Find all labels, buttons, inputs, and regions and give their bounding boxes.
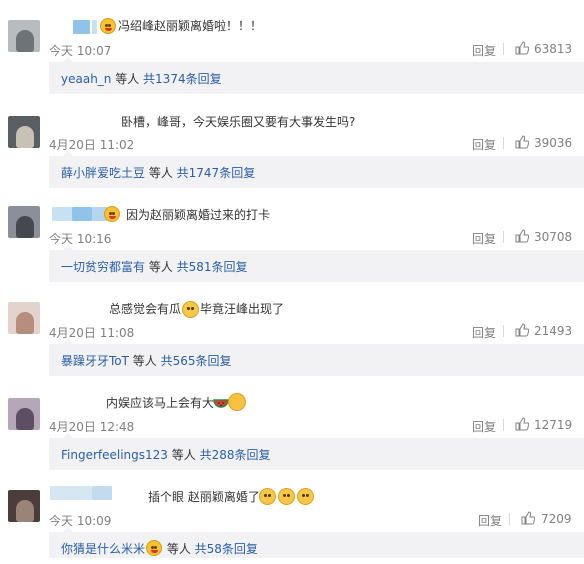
reply-user-link[interactable]: 一切贫穷都富有 bbox=[61, 260, 145, 274]
reply-summary[interactable]: yeaah_n 等人 共1374条回复 bbox=[49, 57, 584, 94]
divider bbox=[503, 43, 504, 55]
doge-cat-emoji-icon bbox=[259, 488, 276, 505]
view-replies-link[interactable]: 共581条回复 bbox=[177, 260, 248, 274]
username-blurred[interactable] bbox=[50, 486, 92, 500]
reply-connector: 等人 bbox=[111, 72, 144, 86]
reply-connector: 等人 bbox=[167, 448, 200, 462]
heart-eyes-emoji-icon bbox=[104, 206, 120, 222]
comment-item: 总感觉会有瓜 毕竟汪峰出现了 4月20日 11:08 回复 21493 暴躁牙牙… bbox=[0, 282, 584, 376]
comment-text: 插个眼 赵丽颖离婚了 bbox=[148, 490, 260, 504]
comment-item: 因为赵丽颖离婚过来的打卡 今天 10:16 回复 30708 一切贫穷都富有 等… bbox=[0, 188, 584, 282]
heart-eyes-emoji-icon bbox=[146, 540, 163, 556]
thumbs-up-icon[interactable] bbox=[515, 417, 529, 431]
divider bbox=[503, 325, 504, 337]
comment-time: 今天 10:07 bbox=[49, 44, 112, 58]
avatar[interactable] bbox=[8, 490, 40, 522]
comment-time: 今天 10:09 bbox=[49, 514, 112, 528]
thumbs-up-icon[interactable] bbox=[515, 229, 529, 243]
reply-connector: 等人 bbox=[145, 260, 177, 274]
reply-summary[interactable]: 暴躁牙牙ToT 等人 共565条回复 bbox=[49, 339, 584, 376]
view-replies-link[interactable]: 共565条回复 bbox=[161, 354, 232, 368]
reply-summary[interactable]: 一切贫穷都富有 等人 共581条回复 bbox=[49, 245, 584, 282]
like-count: 63813 bbox=[534, 42, 573, 56]
comment-time: 4月20日 12:48 bbox=[49, 420, 135, 434]
view-replies-link[interactable]: 共288条回复 bbox=[200, 448, 271, 462]
doge-cat-emoji-icon bbox=[278, 488, 295, 505]
avatar[interactable] bbox=[8, 302, 40, 334]
ok-hand-icon bbox=[228, 393, 246, 411]
like-count: 12719 bbox=[534, 418, 573, 432]
avatar[interactable] bbox=[8, 20, 40, 52]
comment-item: 插个眼 赵丽颖离婚了 今天 10:09 回复 7209 你猜是什么米米 等人 共… bbox=[0, 470, 584, 564]
comment-text: 卧槽，峰哥，今天娱乐圈又要有大事发生吗? bbox=[121, 115, 356, 129]
like-count: 21493 bbox=[534, 324, 573, 338]
like-count: 30708 bbox=[534, 230, 573, 244]
reply-summary[interactable]: Fingerfeelings123 等人 共288条回复 bbox=[49, 433, 584, 470]
reply-user-link[interactable]: Fingerfeelings123 bbox=[61, 448, 168, 462]
comment-item: 冯绍峰赵丽颖离婚啦！！！ 今天 10:07 回复 63813 yeaah_n 等… bbox=[0, 0, 584, 94]
reply-button[interactable]: 回复 bbox=[472, 42, 496, 59]
reply-user-link[interactable]: 暴躁牙牙ToT bbox=[61, 354, 129, 368]
reply-summary[interactable]: 薛小胖爱吃土豆 等人 共1747条回复 bbox=[49, 151, 584, 188]
reply-user-link[interactable]: 你猜是什么米米 bbox=[61, 542, 145, 556]
like-count: 39036 bbox=[534, 136, 573, 150]
comment-time: 4月20日 11:02 bbox=[49, 138, 135, 152]
heart-eyes-emoji-icon bbox=[100, 18, 116, 34]
avatar[interactable] bbox=[8, 116, 40, 148]
divider bbox=[509, 513, 510, 525]
reply-button[interactable]: 回复 bbox=[472, 230, 496, 247]
reply-button[interactable]: 回复 bbox=[472, 418, 496, 435]
username-blurred[interactable] bbox=[72, 207, 92, 221]
like-count: 7209 bbox=[541, 512, 572, 526]
thumbs-up-icon[interactable] bbox=[515, 135, 529, 149]
reply-button[interactable]: 回复 bbox=[478, 512, 502, 529]
comment-text: 冯绍峰赵丽颖离婚啦！！！ bbox=[118, 19, 263, 33]
avatar[interactable] bbox=[8, 398, 40, 430]
reply-connector: 等人 bbox=[145, 166, 177, 180]
reply-user-link[interactable]: yeaah_n bbox=[61, 72, 111, 86]
view-replies-link[interactable]: 共58条回复 bbox=[195, 542, 258, 556]
username-blurred[interactable] bbox=[52, 207, 72, 221]
watermelon-icon bbox=[213, 399, 229, 408]
reply-connector: 等人 bbox=[128, 354, 161, 368]
comment-text: 总感觉会有瓜 bbox=[109, 302, 182, 316]
thumbs-up-icon[interactable] bbox=[515, 323, 529, 337]
username-blurred[interactable] bbox=[92, 20, 97, 34]
view-replies-link[interactable]: 共1374条回复 bbox=[143, 72, 222, 86]
username-blurred[interactable] bbox=[73, 20, 90, 34]
comment-time: 4月20日 11:08 bbox=[49, 326, 135, 340]
reply-summary[interactable]: 你猜是什么米米 等人 共58条回复 bbox=[49, 527, 584, 558]
comment-item: 卧槽，峰哥，今天娱乐圈又要有大事发生吗? 4月20日 11:02 回复 3903… bbox=[0, 94, 584, 188]
reply-button[interactable]: 回复 bbox=[472, 136, 496, 153]
view-replies-link[interactable]: 共1747条回复 bbox=[177, 166, 256, 180]
reply-connector: 等人 bbox=[163, 542, 195, 556]
divider bbox=[503, 231, 504, 243]
reply-user-link[interactable]: 薛小胖爱吃土豆 bbox=[61, 166, 145, 180]
comment-time: 今天 10:16 bbox=[49, 232, 112, 246]
comment-text: 因为赵丽颖离婚过来的打卡 bbox=[126, 208, 271, 222]
divider bbox=[503, 137, 504, 149]
divider bbox=[503, 419, 504, 431]
comment-text: 毕竟汪峰出现了 bbox=[200, 302, 285, 316]
username-blurred[interactable] bbox=[92, 486, 112, 500]
avatar[interactable] bbox=[8, 206, 40, 238]
doge-cat-emoji-icon bbox=[182, 301, 199, 318]
comment-item: 内娱应该马上会有大 4月20日 12:48 回复 12719 Fingerfee… bbox=[0, 376, 584, 470]
reply-button[interactable]: 回复 bbox=[472, 324, 496, 341]
thumbs-up-icon[interactable] bbox=[521, 511, 535, 525]
doge-cat-emoji-icon bbox=[297, 488, 314, 505]
thumbs-up-icon[interactable] bbox=[515, 41, 529, 55]
comment-text: 内娱应该马上会有大 bbox=[106, 396, 215, 410]
